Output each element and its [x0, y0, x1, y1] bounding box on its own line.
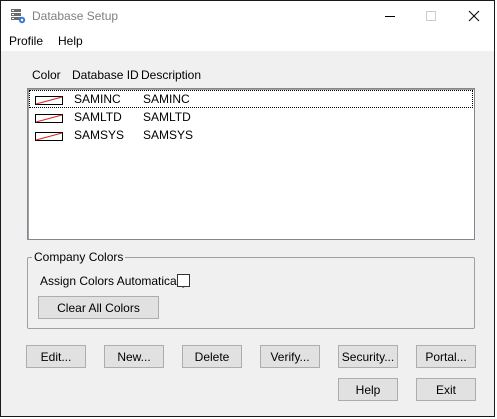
database-gear-icon	[10, 8, 26, 24]
new-button[interactable]: New...	[104, 345, 164, 368]
cell-description: SAMLTD	[143, 110, 191, 124]
close-icon[interactable]	[465, 7, 483, 25]
no-color-swatch-icon	[35, 94, 63, 105]
maximize-icon	[422, 7, 440, 25]
database-list[interactable]: SAMINC SAMINC SAMLTD SAMLTD SAMSYS SAMSY…	[27, 88, 475, 240]
assign-colors-label: Assign Colors Automatically	[40, 274, 189, 288]
delete-button[interactable]: Delete	[182, 345, 242, 368]
title-bar[interactable]: Database Setup	[1, 1, 494, 31]
no-color-swatch-icon	[35, 130, 63, 141]
company-colors-title: Company Colors	[32, 250, 126, 264]
cell-description: SAMINC	[143, 92, 190, 106]
list-row-samltd[interactable]: SAMLTD SAMLTD	[29, 108, 473, 126]
list-row-samsys[interactable]: SAMSYS SAMSYS	[29, 126, 473, 144]
cell-database-id: SAMSYS	[74, 128, 125, 142]
portal-button[interactable]: Portal...	[416, 345, 476, 368]
minimize-icon[interactable]	[381, 7, 399, 25]
clear-all-colors-button[interactable]: Clear All Colors	[38, 296, 159, 319]
window-title: Database Setup	[32, 9, 119, 23]
help-button[interactable]: Help	[338, 378, 398, 401]
column-header-description[interactable]: Description	[141, 68, 201, 82]
menu-bar: Profile Help	[1, 31, 494, 51]
edit-button[interactable]: Edit...	[26, 345, 86, 368]
menu-profile[interactable]: Profile	[9, 34, 43, 48]
column-header-database-id[interactable]: Database ID	[72, 68, 139, 82]
list-row-saminc[interactable]: SAMINC SAMINC	[29, 90, 473, 108]
menu-help[interactable]: Help	[58, 34, 83, 48]
cell-database-id: SAMLTD	[74, 110, 122, 124]
cell-database-id: SAMINC	[74, 92, 121, 106]
database-setup-window: Database Setup Profile Help Color Databa…	[0, 0, 495, 417]
cell-description: SAMSYS	[143, 128, 194, 142]
assign-colors-checkbox[interactable]	[177, 274, 190, 287]
security-button[interactable]: Security...	[338, 345, 398, 368]
no-color-swatch-icon	[35, 112, 63, 123]
column-header-color[interactable]: Color	[32, 68, 61, 82]
exit-button[interactable]: Exit	[416, 378, 476, 401]
verify-button[interactable]: Verify...	[260, 345, 320, 368]
